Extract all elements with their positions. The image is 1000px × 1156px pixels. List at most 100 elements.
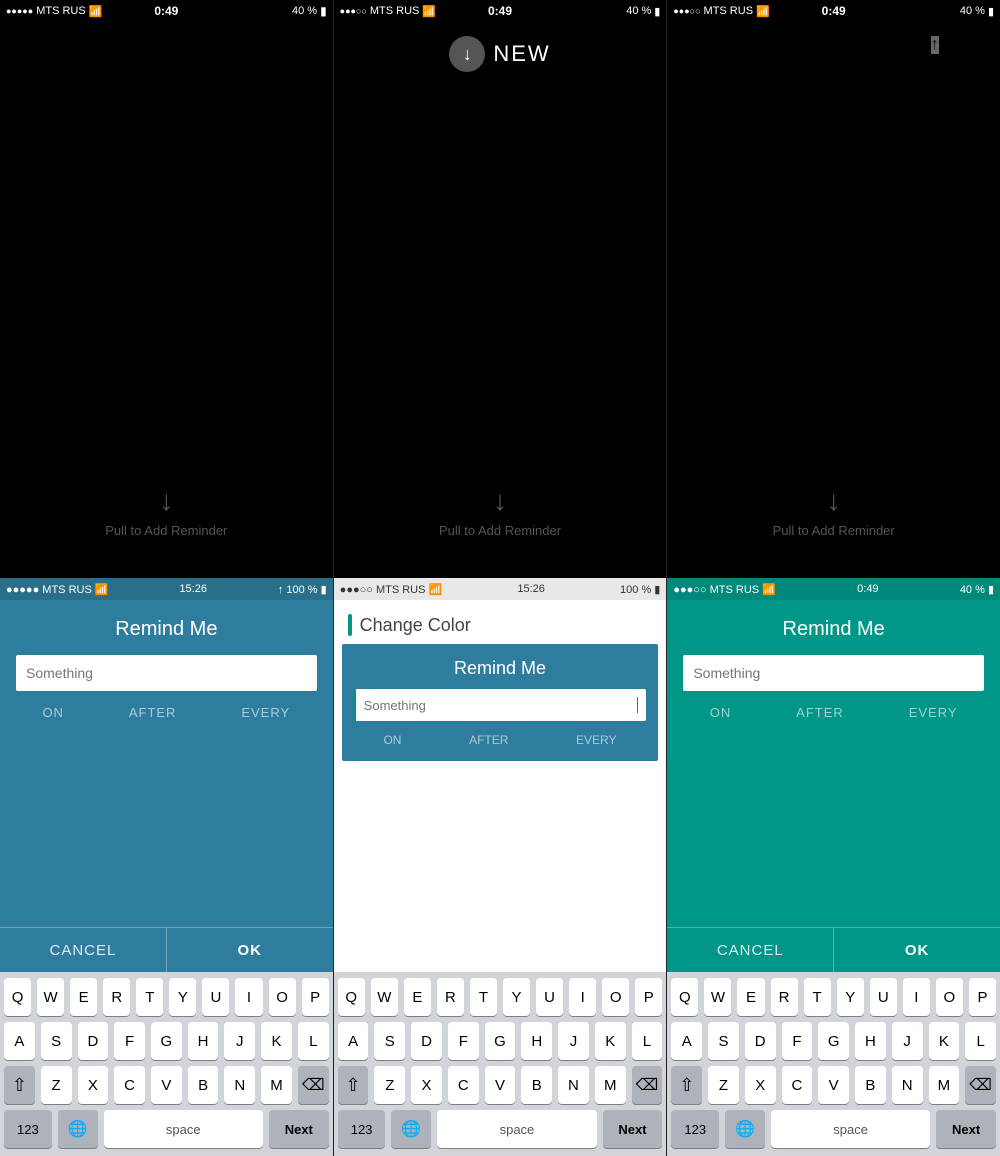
- key-123[interactable]: 123: [4, 1110, 52, 1148]
- key-f[interactable]: F: [448, 1022, 479, 1060]
- key-d[interactable]: D: [411, 1022, 442, 1060]
- cancel-button-left[interactable]: CANCEL: [0, 928, 167, 972]
- key-y[interactable]: Y: [169, 978, 196, 1016]
- key-s[interactable]: S: [374, 1022, 405, 1060]
- key-b[interactable]: B: [521, 1066, 552, 1104]
- key-123[interactable]: 123: [338, 1110, 386, 1148]
- key-y[interactable]: Y: [837, 978, 864, 1016]
- reminder-input-container-right[interactable]: [683, 655, 984, 691]
- key-b[interactable]: B: [855, 1066, 886, 1104]
- new-circle-button[interactable]: ↓: [449, 36, 485, 72]
- key-k[interactable]: K: [261, 1022, 292, 1060]
- key-e[interactable]: E: [737, 978, 764, 1016]
- key-v[interactable]: V: [151, 1066, 182, 1104]
- key-p[interactable]: P: [635, 978, 662, 1016]
- key-m[interactable]: M: [595, 1066, 626, 1104]
- key-z[interactable]: Z: [41, 1066, 72, 1104]
- key-o[interactable]: O: [269, 978, 296, 1016]
- embedded-every[interactable]: EVERY: [576, 733, 616, 747]
- key-123[interactable]: 123: [671, 1110, 719, 1148]
- key-l[interactable]: L: [298, 1022, 329, 1060]
- key-t[interactable]: T: [470, 978, 497, 1016]
- key-v[interactable]: V: [818, 1066, 849, 1104]
- time-option-every[interactable]: EVERY: [241, 705, 290, 720]
- time-option-after[interactable]: AFTER: [129, 705, 177, 720]
- key-j[interactable]: J: [558, 1022, 589, 1060]
- key-u[interactable]: U: [202, 978, 229, 1016]
- key-n[interactable]: N: [224, 1066, 255, 1104]
- key-h[interactable]: H: [188, 1022, 219, 1060]
- key-n[interactable]: N: [892, 1066, 923, 1104]
- next-button-right[interactable]: Next: [936, 1110, 996, 1148]
- key-f[interactable]: F: [782, 1022, 813, 1060]
- key-r[interactable]: R: [437, 978, 464, 1016]
- key-c[interactable]: C: [782, 1066, 813, 1104]
- reminder-input-right[interactable]: [693, 665, 974, 681]
- time-option-on-right[interactable]: ON: [710, 705, 732, 720]
- reminder-input-container-left[interactable]: [16, 655, 317, 691]
- key-l[interactable]: L: [965, 1022, 996, 1060]
- key-c[interactable]: C: [448, 1066, 479, 1104]
- key-p[interactable]: P: [302, 978, 329, 1016]
- key-p[interactable]: P: [969, 978, 996, 1016]
- key-g[interactable]: G: [151, 1022, 182, 1060]
- key-f[interactable]: F: [114, 1022, 145, 1060]
- key-globe[interactable]: 🌐: [58, 1110, 98, 1148]
- key-z[interactable]: Z: [374, 1066, 405, 1104]
- key-backspace[interactable]: ⌫: [632, 1066, 663, 1104]
- ok-button-right[interactable]: OK: [834, 928, 1000, 972]
- key-shift[interactable]: ⇧: [338, 1066, 369, 1104]
- key-y[interactable]: Y: [503, 978, 530, 1016]
- key-b[interactable]: B: [188, 1066, 219, 1104]
- key-e[interactable]: E: [404, 978, 431, 1016]
- key-s[interactable]: S: [708, 1022, 739, 1060]
- key-i[interactable]: I: [903, 978, 930, 1016]
- new-circle-up-button[interactable]: ↑: [931, 36, 939, 54]
- embedded-input-container[interactable]: [354, 689, 647, 721]
- key-u[interactable]: U: [870, 978, 897, 1016]
- key-shift[interactable]: ⇧: [671, 1066, 702, 1104]
- key-globe[interactable]: 🌐: [725, 1110, 765, 1148]
- key-globe[interactable]: 🌐: [391, 1110, 431, 1148]
- time-option-on[interactable]: ON: [42, 705, 64, 720]
- key-a[interactable]: A: [671, 1022, 702, 1060]
- embedded-after[interactable]: AFTER: [469, 733, 508, 747]
- key-w[interactable]: W: [704, 978, 731, 1016]
- key-a[interactable]: A: [4, 1022, 35, 1060]
- key-backspace[interactable]: ⌫: [298, 1066, 329, 1104]
- key-g[interactable]: G: [818, 1022, 849, 1060]
- key-l[interactable]: L: [632, 1022, 663, 1060]
- key-k[interactable]: K: [929, 1022, 960, 1060]
- key-space[interactable]: space: [771, 1110, 930, 1148]
- ok-button-left[interactable]: OK: [167, 928, 333, 972]
- time-option-after-right[interactable]: AFTER: [796, 705, 844, 720]
- key-v[interactable]: V: [485, 1066, 516, 1104]
- key-o[interactable]: O: [602, 978, 629, 1016]
- key-t[interactable]: T: [136, 978, 163, 1016]
- key-k[interactable]: K: [595, 1022, 626, 1060]
- key-x[interactable]: X: [745, 1066, 776, 1104]
- cancel-button-right[interactable]: CANCEL: [667, 928, 834, 972]
- key-a[interactable]: A: [338, 1022, 369, 1060]
- next-button-center[interactable]: Next: [603, 1110, 663, 1148]
- key-r[interactable]: R: [771, 978, 798, 1016]
- key-o[interactable]: O: [936, 978, 963, 1016]
- key-e[interactable]: E: [70, 978, 97, 1016]
- key-q[interactable]: Q: [4, 978, 31, 1016]
- key-h[interactable]: H: [521, 1022, 552, 1060]
- key-q[interactable]: Q: [671, 978, 698, 1016]
- key-x[interactable]: X: [411, 1066, 442, 1104]
- key-s[interactable]: S: [41, 1022, 72, 1060]
- key-j[interactable]: J: [892, 1022, 923, 1060]
- embedded-reminder-input[interactable]: [364, 698, 637, 713]
- key-shift[interactable]: ⇧: [4, 1066, 35, 1104]
- key-x[interactable]: X: [78, 1066, 109, 1104]
- reminder-input-left[interactable]: [26, 665, 307, 681]
- key-w[interactable]: W: [37, 978, 64, 1016]
- key-g[interactable]: G: [485, 1022, 516, 1060]
- key-r[interactable]: R: [103, 978, 130, 1016]
- next-button-left[interactable]: Next: [269, 1110, 329, 1148]
- key-q[interactable]: Q: [338, 978, 365, 1016]
- key-m[interactable]: M: [929, 1066, 960, 1104]
- key-u[interactable]: U: [536, 978, 563, 1016]
